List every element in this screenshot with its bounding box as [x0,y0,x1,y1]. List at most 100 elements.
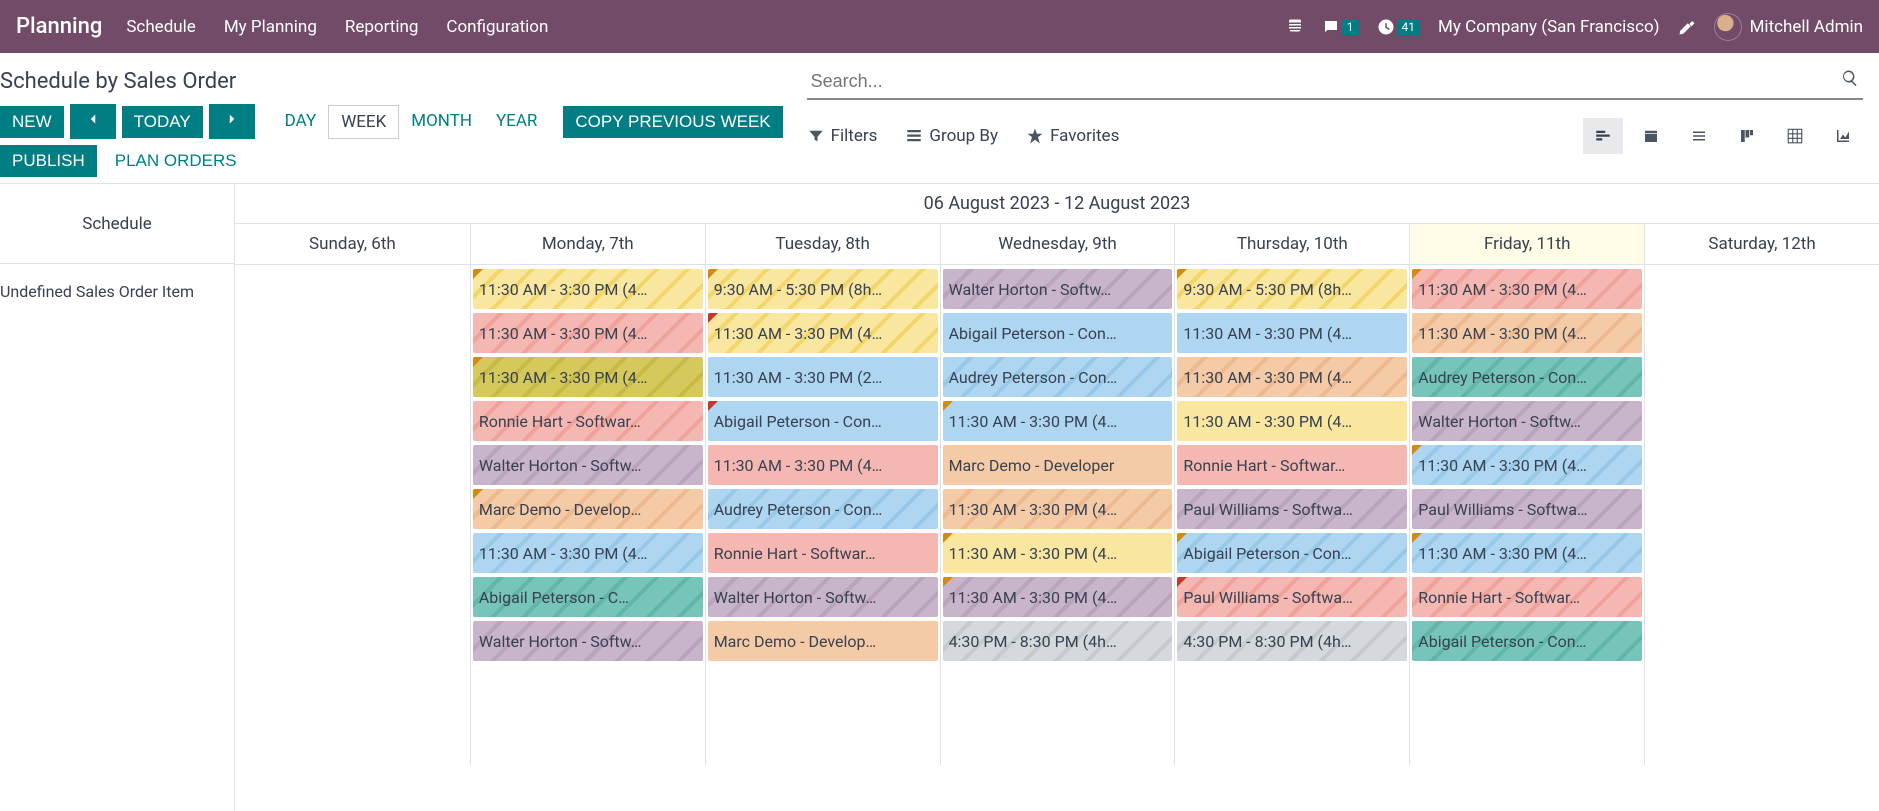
shift-label: 11:30 AM - 3:30 PM (4… [479,368,648,387]
company-switcher[interactable]: My Company (San Francisco) [1438,17,1660,37]
shift-pill[interactable]: Audrey Peterson - Con… [1412,357,1642,397]
shift-pill[interactable]: 11:30 AM - 3:30 PM (4… [1412,445,1642,485]
shift-pill[interactable]: Abigail Peterson - Con… [708,401,938,441]
shift-pill[interactable]: Walter Horton - Softw… [473,621,703,661]
day-column[interactable]: 9:30 AM - 5:30 PM (8h…11:30 AM - 3:30 PM… [705,265,940,765]
shift-pill[interactable]: 11:30 AM - 3:30 PM (4… [943,401,1173,441]
groupby-button[interactable]: Group By [905,126,998,146]
debug-icon[interactable] [1678,18,1696,36]
shift-pill[interactable]: Abigail Peterson - C… [473,577,703,617]
shift-pill[interactable]: Paul Williams - Softwa… [1177,489,1407,529]
shift-pill[interactable]: Paul Williams - Softwa… [1412,489,1642,529]
shift-pill[interactable]: 4:30 PM - 8:30 PM (4h… [943,621,1173,661]
shift-pill[interactable]: Ronnie Hart - Softwar… [708,533,938,573]
day-column[interactable] [1644,265,1879,765]
shift-pill[interactable]: 4:30 PM - 8:30 PM (4h… [1177,621,1407,661]
view-graph-icon[interactable] [1823,118,1863,154]
shift-pill[interactable]: Abigail Peterson - Con… [1412,621,1642,661]
shift-pill[interactable]: Walter Horton - Softw… [1412,401,1642,441]
shift-pill[interactable]: 11:30 AM - 3:30 PM (4… [1177,313,1407,353]
tab-year[interactable]: YEAR [484,105,549,139]
day-header[interactable]: Wednesday, 9th [940,224,1175,264]
shift-pill[interactable]: Audrey Peterson - Con… [943,357,1173,397]
menu-reporting[interactable]: Reporting [345,17,419,37]
day-header[interactable]: Sunday, 6th [235,224,470,264]
search-icon[interactable] [1841,69,1859,91]
shift-pill[interactable]: Paul Williams - Softwa… [1177,577,1407,617]
main-menu: Schedule My Planning Reporting Configura… [126,17,548,37]
shift-pill[interactable]: 11:30 AM - 3:30 PM (4… [943,489,1173,529]
shift-pill[interactable]: 11:30 AM - 3:30 PM (4… [1177,357,1407,397]
shift-pill[interactable]: 11:30 AM - 3:30 PM (4… [943,533,1173,573]
menu-schedule[interactable]: Schedule [126,17,195,37]
next-button[interactable] [209,104,255,139]
shift-pill[interactable]: 11:30 AM - 3:30 PM (4… [473,269,703,309]
day-header[interactable]: Friday, 11th [1409,224,1644,264]
day-column[interactable] [235,265,470,765]
tab-day[interactable]: DAY [273,105,329,139]
prev-button[interactable] [70,104,116,139]
shift-pill[interactable]: Marc Demo - Developer [943,445,1173,485]
shift-pill[interactable]: Ronnie Hart - Softwar… [473,401,703,441]
day-header[interactable]: Tuesday, 8th [705,224,940,264]
shift-pill[interactable]: 9:30 AM - 5:30 PM (8h… [708,269,938,309]
shift-pill[interactable]: 11:30 AM - 3:30 PM (4… [1412,533,1642,573]
shift-pill[interactable]: Walter Horton - Softw… [473,445,703,485]
tab-month[interactable]: MONTH [399,105,484,139]
shift-pill[interactable]: Walter Horton - Softw… [708,577,938,617]
publish-button[interactable]: PUBLISH [0,145,97,177]
view-gantt-icon[interactable] [1583,118,1623,154]
view-pivot-icon[interactable] [1775,118,1815,154]
copy-previous-week-button[interactable]: COPY PREVIOUS WEEK [563,106,782,138]
new-button[interactable]: NEW [0,106,64,138]
shift-pill[interactable]: 9:30 AM - 5:30 PM (8h… [1177,269,1407,309]
favorites-button[interactable]: Favorites [1026,126,1119,146]
app-brand[interactable]: Planning [16,14,102,39]
shift-pill[interactable]: 11:30 AM - 3:30 PM (4… [708,313,938,353]
shift-pill[interactable]: 11:30 AM - 3:30 PM (4… [473,533,703,573]
shift-pill[interactable]: 11:30 AM - 3:30 PM (4… [1412,313,1642,353]
shift-pill[interactable]: 11:30 AM - 3:30 PM (2… [708,357,938,397]
messaging-icon[interactable]: 1 [1322,18,1359,36]
shift-label: Marc Demo - Developer [949,456,1115,475]
shift-pill[interactable]: Audrey Peterson - Con… [708,489,938,529]
user-menu[interactable]: Mitchell Admin [1714,13,1863,41]
view-calendar-icon[interactable] [1631,118,1671,154]
search-bar[interactable] [807,65,1863,100]
shift-pill[interactable]: Abigail Peterson - Con… [1177,533,1407,573]
shift-label: Walter Horton - Softw… [479,632,642,651]
shift-pill[interactable]: Walter Horton - Softw… [943,269,1173,309]
menu-configuration[interactable]: Configuration [446,17,548,37]
shift-pill[interactable]: 11:30 AM - 3:30 PM (4… [1412,269,1642,309]
day-header[interactable]: Saturday, 12th [1644,224,1879,264]
shift-pill[interactable]: Ronnie Hart - Softwar… [1412,577,1642,617]
tab-week[interactable]: WEEK [328,105,399,139]
day-header[interactable]: Thursday, 10th [1174,224,1409,264]
shift-pill[interactable]: 11:30 AM - 3:30 PM (4… [1177,401,1407,441]
gantt-right-pane[interactable]: 06 August 2023 - 12 August 2023 Sunday, … [235,184,1879,811]
day-column[interactable]: Walter Horton - Softw…Abigail Peterson -… [940,265,1175,765]
phone-icon[interactable] [1286,18,1304,36]
today-button[interactable]: TODAY [122,106,203,138]
view-kanban-icon[interactable] [1727,118,1767,154]
day-column[interactable]: 11:30 AM - 3:30 PM (4…11:30 AM - 3:30 PM… [470,265,705,765]
day-column[interactable]: 11:30 AM - 3:30 PM (4…11:30 AM - 3:30 PM… [1409,265,1644,765]
gantt-row-label[interactable]: Undefined Sales Order Item [0,264,234,309]
shift-pill[interactable]: 11:30 AM - 3:30 PM (4… [943,577,1173,617]
shift-pill[interactable]: Marc Demo - Develop… [708,621,938,661]
shift-pill[interactable]: Ronnie Hart - Softwar… [1177,445,1407,485]
day-column[interactable]: 9:30 AM - 5:30 PM (8h…11:30 AM - 3:30 PM… [1174,265,1409,765]
shift-pill[interactable]: Marc Demo - Develop… [473,489,703,529]
filters-button[interactable]: Filters [807,126,878,146]
gantt-body[interactable]: 11:30 AM - 3:30 PM (4…11:30 AM - 3:30 PM… [235,265,1879,765]
shift-pill[interactable]: 11:30 AM - 3:30 PM (4… [473,357,703,397]
shift-pill[interactable]: Abigail Peterson - Con… [943,313,1173,353]
plan-orders-button[interactable]: PLAN ORDERS [103,145,249,177]
view-list-icon[interactable] [1679,118,1719,154]
day-header[interactable]: Monday, 7th [470,224,705,264]
search-input[interactable] [807,65,1863,98]
shift-pill[interactable]: 11:30 AM - 3:30 PM (4… [473,313,703,353]
shift-pill[interactable]: 11:30 AM - 3:30 PM (4… [708,445,938,485]
menu-my-planning[interactable]: My Planning [224,17,317,37]
activity-icon[interactable]: 41 [1377,18,1421,36]
